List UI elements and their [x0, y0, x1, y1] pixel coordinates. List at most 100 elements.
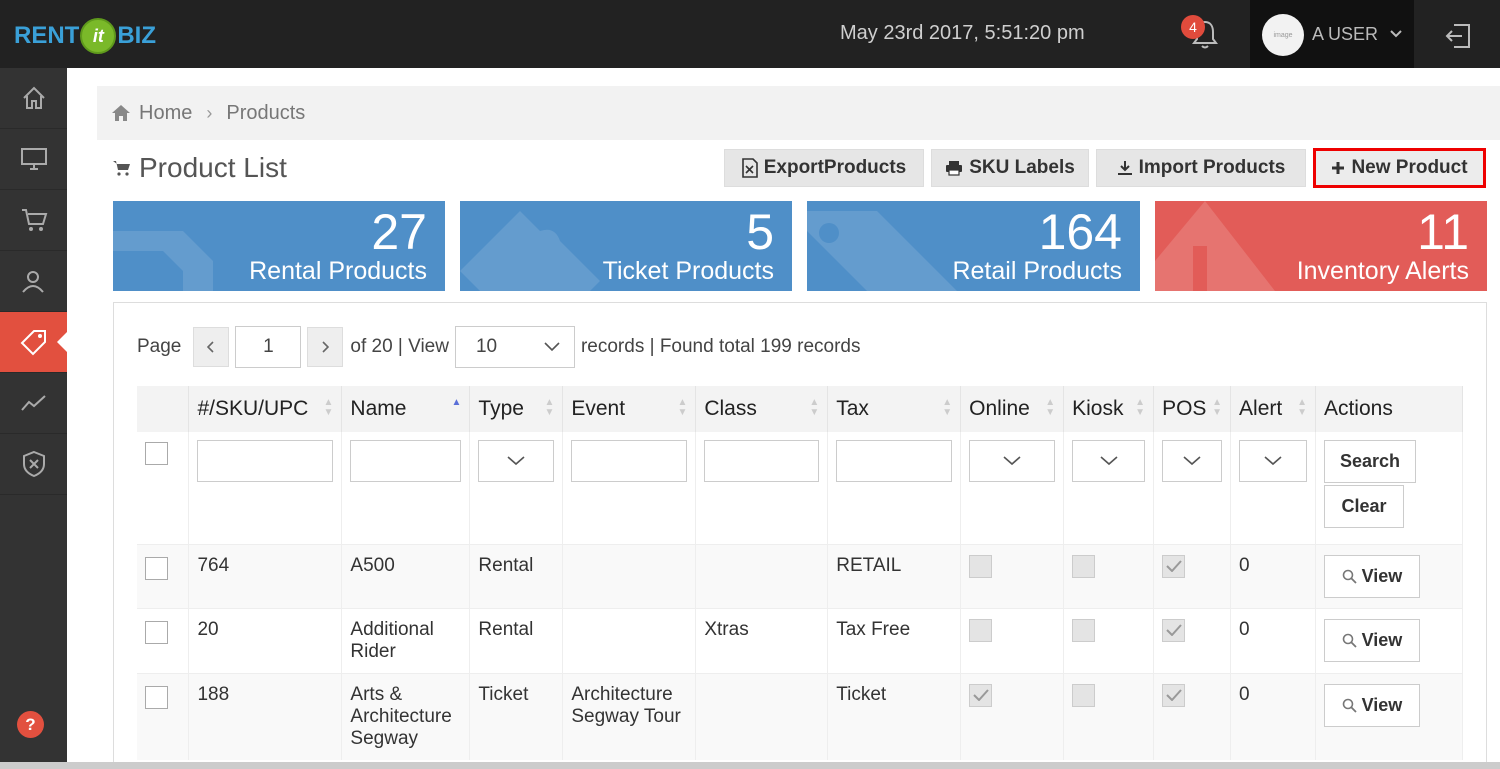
search-icon: [1342, 569, 1357, 584]
cell-class: [695, 543, 829, 608]
prev-page-button[interactable]: [193, 327, 230, 367]
import-products-button[interactable]: Import Products: [1096, 149, 1306, 187]
next-page-button[interactable]: [307, 327, 344, 367]
filter-tax-input[interactable]: [836, 440, 953, 482]
export-products-button[interactable]: ExportProducts: [724, 149, 924, 187]
top-bar: RENT it BIZ May 23rd 2017, 5:51:20 pm 4 …: [0, 0, 1500, 68]
download-icon: [1117, 161, 1132, 175]
shield-icon: [22, 450, 45, 478]
cell-sku: 188: [188, 672, 343, 760]
tag-icon: [20, 330, 46, 356]
column-header-tax[interactable]: Tax ▲ ▼: [827, 386, 962, 432]
cart-icon: [113, 161, 130, 176]
kiosk-checkbox: [1072, 683, 1096, 707]
filter-alert-select[interactable]: [1239, 440, 1307, 482]
breadcrumb: Home › Products: [97, 86, 1500, 140]
column-header-event[interactable]: Event ▲ ▼: [562, 386, 697, 432]
sidebar-item-customers[interactable]: [0, 251, 67, 312]
brand-logo[interactable]: RENT it BIZ: [14, 16, 156, 56]
cell-type: Ticket: [469, 672, 564, 760]
view-button[interactable]: View: [1323, 554, 1420, 598]
cell-name: A500: [341, 543, 471, 608]
cell-event: [562, 543, 697, 608]
view-button[interactable]: View: [1323, 683, 1420, 727]
column-label: Online: [969, 397, 1030, 420]
sidebar-item-security[interactable]: [0, 434, 67, 495]
sort-icon: ▲ ▼: [1045, 397, 1056, 418]
breadcrumb-home[interactable]: Home: [139, 102, 192, 125]
breadcrumb-current: Products: [226, 101, 306, 124]
cell-tax: Ticket: [827, 672, 962, 760]
filter-sku-input[interactable]: [197, 440, 334, 482]
filter-name-input[interactable]: [350, 440, 462, 482]
view-button[interactable]: View: [1323, 618, 1420, 662]
pos-checkbox: [1162, 554, 1186, 578]
column-label: Type: [478, 397, 524, 420]
select-all-checkbox[interactable]: [145, 442, 168, 465]
notification-badge[interactable]: 4: [1181, 15, 1205, 39]
column-header-type[interactable]: Type ▲ ▼: [469, 386, 564, 432]
cell-alert: 0: [1230, 607, 1316, 673]
sidebar-item-cart[interactable]: [0, 190, 67, 251]
stat-rental-products[interactable]: 27 Rental Products: [113, 201, 445, 291]
sidebar-item-monitor[interactable]: [0, 129, 67, 190]
sort-icon: ▲ ▼: [544, 397, 555, 418]
print-icon: [946, 161, 963, 176]
column-header-pos[interactable]: POS ▲ ▼: [1153, 386, 1232, 432]
row-checkbox[interactable]: [145, 685, 168, 709]
logout-icon[interactable]: [1444, 22, 1472, 50]
column-header-class[interactable]: Class ▲ ▼: [695, 386, 829, 432]
help-icon[interactable]: ?: [17, 711, 44, 738]
column-header-alert[interactable]: Alert ▲ ▼: [1230, 386, 1316, 432]
page-input[interactable]: 1: [235, 326, 302, 368]
column-header-kiosk[interactable]: Kiosk ▲ ▼: [1063, 386, 1155, 432]
filter-pos-select[interactable]: [1162, 440, 1223, 482]
filter-online-select[interactable]: [969, 440, 1056, 482]
table-row: 20 Additional Rider Rental Xtras Tax Fre…: [137, 607, 1464, 673]
import-products-label: Import Products: [1138, 157, 1286, 178]
column-header-name[interactable]: Name ▲: [341, 386, 471, 432]
page-label: Page: [137, 336, 182, 357]
logo-text-rent: RENT: [14, 22, 80, 49]
column-header-sku[interactable]: #/SKU/UPC ▲ ▼: [188, 386, 343, 432]
cell-class: Xtras: [695, 607, 829, 673]
column-label: Event: [571, 397, 626, 420]
stat-ticket-products[interactable]: 5 Ticket Products: [460, 201, 792, 291]
check-icon: [972, 689, 989, 701]
filter-kiosk-select[interactable]: [1072, 440, 1146, 482]
cell-event: Architecture Segway Tour: [562, 672, 697, 760]
column-label: Actions: [1323, 397, 1393, 420]
sort-icon: ▲ ▼: [677, 397, 688, 418]
horizontal-scrollbar[interactable]: [0, 762, 1500, 769]
sidebar-item-reports[interactable]: [0, 373, 67, 434]
stat-inventory-alerts[interactable]: 11 Inventory Alerts: [1155, 201, 1487, 291]
sort-icon: ▲ ▼: [1135, 397, 1146, 418]
table-row: 188 Arts & Architecture Segway Ticket Ar…: [137, 672, 1464, 760]
column-header-online[interactable]: Online ▲ ▼: [960, 386, 1065, 432]
sidebar-item-home[interactable]: [0, 68, 67, 129]
filter-event-input[interactable]: [571, 440, 688, 482]
clear-label: Clear: [1341, 496, 1387, 516]
stat-retail-products[interactable]: 164 Retail Products: [807, 201, 1140, 291]
chevron-down-icon: [1183, 456, 1201, 466]
page-title-text: Product List: [139, 152, 287, 183]
sku-labels-button[interactable]: SKU Labels: [931, 149, 1089, 187]
trend-icon: [20, 395, 46, 411]
pager: Page 1 of 20 | View 10 records | Found t…: [137, 326, 861, 368]
user-menu[interactable]: image A USER: [1250, 0, 1414, 68]
page-count-text: of 20 | View: [350, 336, 449, 357]
filter-type-select[interactable]: [478, 440, 555, 482]
logo-text-it: it: [80, 18, 117, 54]
per-page-select[interactable]: 10: [454, 326, 575, 368]
check-icon: [1165, 624, 1182, 636]
stat-value: 11: [1417, 204, 1469, 260]
cell-alert: 0: [1230, 543, 1316, 608]
new-product-button[interactable]: New Product: [1313, 148, 1486, 188]
cell-type: Rental: [469, 543, 564, 608]
filter-class-input[interactable]: [704, 440, 820, 482]
row-checkbox[interactable]: [145, 556, 168, 580]
row-checkbox[interactable]: [145, 620, 168, 644]
search-button[interactable]: Search: [1323, 440, 1416, 483]
stat-value: 27: [371, 204, 427, 260]
clear-button[interactable]: Clear: [1323, 485, 1404, 528]
